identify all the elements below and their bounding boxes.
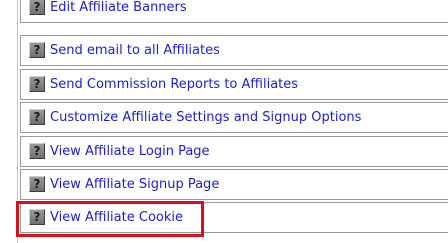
send-commission-reports-link[interactable]: Send Commission Reports to Affiliates xyxy=(50,77,298,92)
menu-item-view-affiliate-signup-page[interactable]: ? View Affiliate Signup Page xyxy=(20,169,448,200)
left-border xyxy=(17,0,18,243)
help-icon[interactable]: ? xyxy=(29,209,45,225)
help-icon[interactable]: ? xyxy=(29,176,45,192)
send-email-affiliates-link[interactable]: Send email to all Affiliates xyxy=(50,43,220,58)
help-icon[interactable]: ? xyxy=(29,0,45,15)
menu-item-view-affiliate-cookie[interactable]: ? View Affiliate Cookie xyxy=(20,202,448,233)
help-icon[interactable]: ? xyxy=(29,76,45,92)
view-affiliate-login-page-link[interactable]: View Affiliate Login Page xyxy=(50,144,210,159)
help-icon[interactable]: ? xyxy=(29,143,45,159)
help-icon[interactable]: ? xyxy=(29,42,45,58)
menu-item-customize-affiliate-settings[interactable]: ? Customize Affiliate Settings and Signu… xyxy=(20,102,448,133)
menu-item-send-commission-reports[interactable]: ? Send Commission Reports to Affiliates xyxy=(20,69,448,100)
edit-affiliate-banners-link[interactable]: Edit Affiliate Banners xyxy=(50,0,187,15)
view-affiliate-signup-page-link[interactable]: View Affiliate Signup Page xyxy=(50,177,219,192)
menu-item-view-affiliate-login-page[interactable]: ? View Affiliate Login Page xyxy=(20,136,448,167)
affiliate-menu: ? Edit Affiliate Banners ? Send email to… xyxy=(0,0,448,243)
help-icon[interactable]: ? xyxy=(29,109,45,125)
menu-item-edit-affiliate-banners[interactable]: ? Edit Affiliate Banners xyxy=(20,0,448,23)
view-affiliate-cookie-link[interactable]: View Affiliate Cookie xyxy=(50,210,183,225)
customize-affiliate-settings-link[interactable]: Customize Affiliate Settings and Signup … xyxy=(50,110,361,125)
menu-item-send-email-affiliates[interactable]: ? Send email to all Affiliates xyxy=(20,35,448,66)
